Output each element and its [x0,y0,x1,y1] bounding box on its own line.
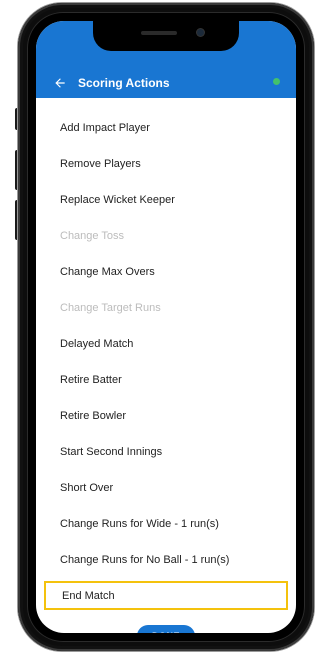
action-item[interactable]: Remove Players [50,152,286,176]
action-item[interactable]: Replace Wicket Keeper [50,188,286,212]
action-item: Change Target Runs [60,302,161,314]
notch [93,21,239,51]
app-screen: Scoring Actions Add Impact Player Remove … [36,21,296,633]
action-item[interactable]: Retire Bowler [50,404,286,428]
action-item[interactable]: Change Runs for Wide - 1 run(s) [50,512,286,536]
action-item[interactable]: Short Over [50,476,286,500]
action-item[interactable]: Change Max Overs [50,260,286,284]
back-button[interactable] [48,71,72,95]
action-item[interactable]: Change Runs for No Ball - 1 run(s) [50,548,286,572]
action-item: Change Toss [60,230,125,242]
phone-frame: Scoring Actions Add Impact Player Remove … [18,3,314,651]
connection-status-dot [273,78,280,85]
phone-bezel: Scoring Actions Add Impact Player Remove … [27,12,305,642]
action-item[interactable]: Retire Batter [50,368,286,392]
action-item[interactable]: End Match [44,581,288,610]
header-row: Scoring Actions [36,71,296,95]
done-button[interactable]: DONE [137,625,195,633]
page-title: Scoring Actions [78,76,170,90]
action-item[interactable]: Delayed Match [50,332,286,356]
arrow-left-icon [55,78,65,88]
phone-mockup: Scoring Actions Add Impact Player Remove … [0,0,331,655]
front-camera [197,29,204,36]
action-item[interactable]: Start Second Innings [50,440,286,464]
speaker-grille [141,31,177,35]
action-item[interactable]: Add Impact Player [50,116,286,140]
